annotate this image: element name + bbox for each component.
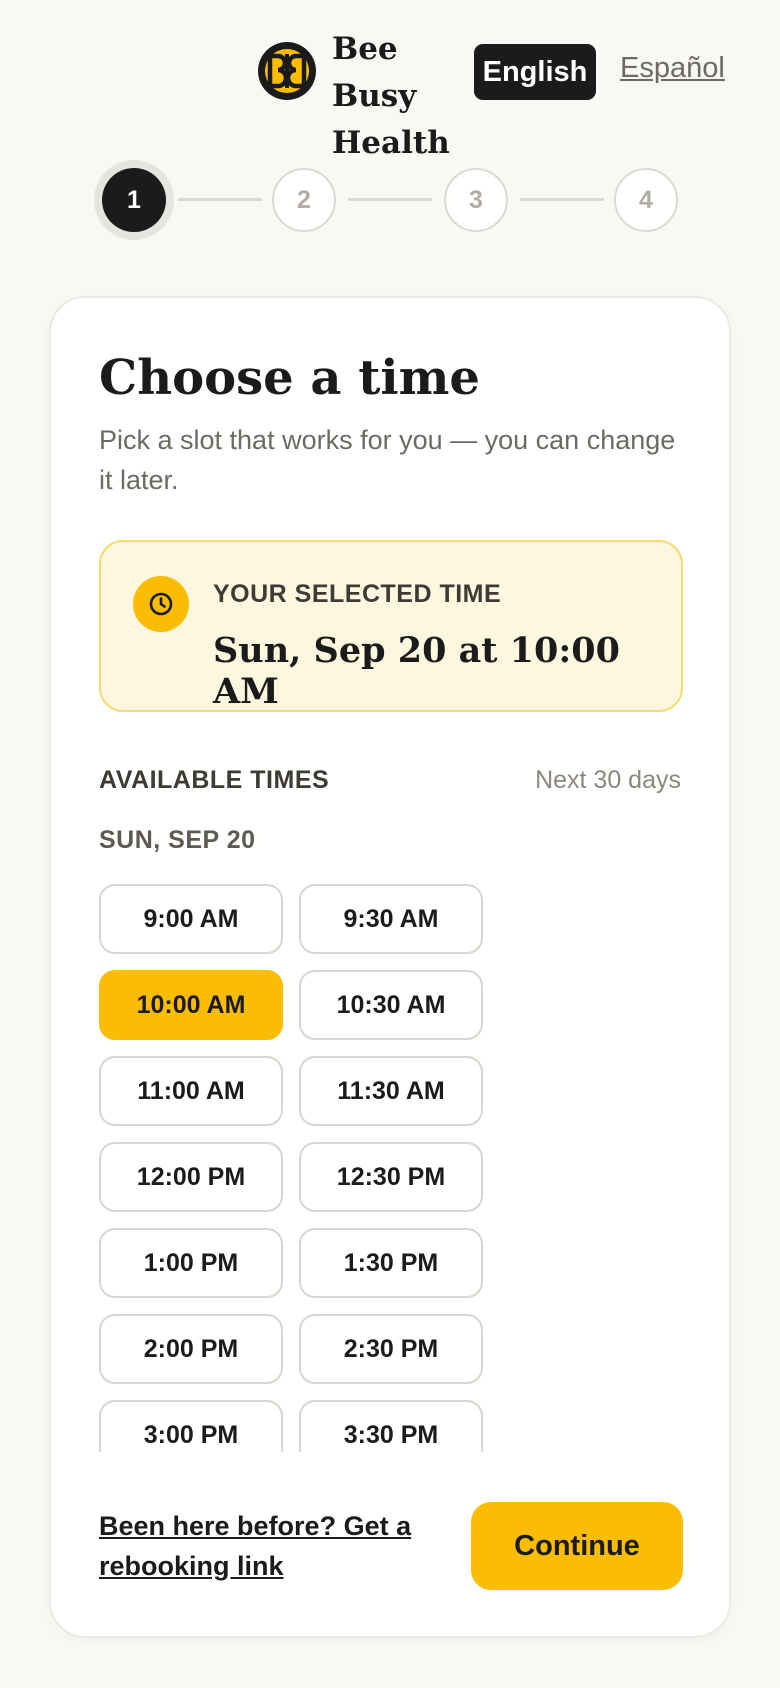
time-slot-button[interactable]: 2:30 PM: [299, 1314, 483, 1384]
step-connector: [348, 198, 432, 201]
step-connector: [520, 198, 604, 201]
selected-time-summary: YOUR SELECTED TIME Sun, Sep 20 at 10:00 …: [99, 540, 683, 712]
header: Bee Busy Health English Español: [0, 0, 780, 161]
rebooking-link[interactable]: Been here before? Get a rebooking link: [99, 1506, 429, 1586]
brand-name: Bee Busy Health: [332, 26, 482, 167]
continue-button[interactable]: Continue: [471, 1502, 683, 1590]
time-slot-button[interactable]: 1:30 PM: [299, 1228, 483, 1298]
time-slot-button[interactable]: 2:00 PM: [99, 1314, 283, 1384]
selected-time-value: Sun, Sep 20 at 10:00 AM: [213, 630, 620, 712]
selected-time-label: YOUR SELECTED TIME: [213, 580, 502, 608]
time-picker-card: Choose a time Pick a slot that works for…: [49, 296, 731, 1638]
brand-line-1: Bee Busy: [332, 31, 417, 114]
time-slot-button[interactable]: 10:30 AM: [299, 970, 483, 1040]
step-3: 3: [444, 168, 508, 232]
time-slot-button[interactable]: 3:30 PM: [299, 1400, 483, 1452]
day-label: SUN, SEP 20: [99, 826, 256, 854]
language-spanish-link[interactable]: Español: [620, 52, 725, 85]
time-slot-button[interactable]: 9:00 AM: [99, 884, 283, 954]
clock-icon: [133, 576, 189, 632]
step-1: 1: [102, 168, 166, 232]
step-4: 4: [614, 168, 678, 232]
bee-busy-logo-icon: [258, 42, 316, 100]
language-english-button[interactable]: English: [474, 44, 596, 100]
time-slot-list[interactable]: 9:00 AM 9:30 AM 10:00 AM 10:30 AM 11:00 AM 11…: [99, 884, 683, 1452]
available-times-range: Next 30 days: [535, 766, 681, 794]
step-2: 2: [272, 168, 336, 232]
available-times-label: AVAILABLE TIMES: [99, 766, 330, 794]
time-slot-button[interactable]: 12:30 PM: [299, 1142, 483, 1212]
time-slot-button[interactable]: 11:30 AM: [299, 1056, 483, 1126]
time-slot-button[interactable]: 11:00 AM: [99, 1056, 283, 1126]
time-slot-button[interactable]: 1:00 PM: [99, 1228, 283, 1298]
time-slot-button[interactable]: 10:00 AM: [99, 970, 283, 1040]
time-slot-button[interactable]: 3:00 PM: [99, 1400, 283, 1452]
time-slot-grid: 9:00 AM 9:30 AM 10:00 AM 10:30 AM 11:00 AM 11…: [99, 884, 683, 1452]
page-subtitle: Pick a slot that works for you — you can…: [99, 425, 676, 495]
step-connector: [178, 198, 262, 201]
page-title: Choose a time: [99, 350, 480, 406]
brand-line-2: Health: [332, 125, 450, 161]
time-slot-button[interactable]: 9:30 AM: [299, 884, 483, 954]
time-slot-button[interactable]: 12:00 PM: [99, 1142, 283, 1212]
